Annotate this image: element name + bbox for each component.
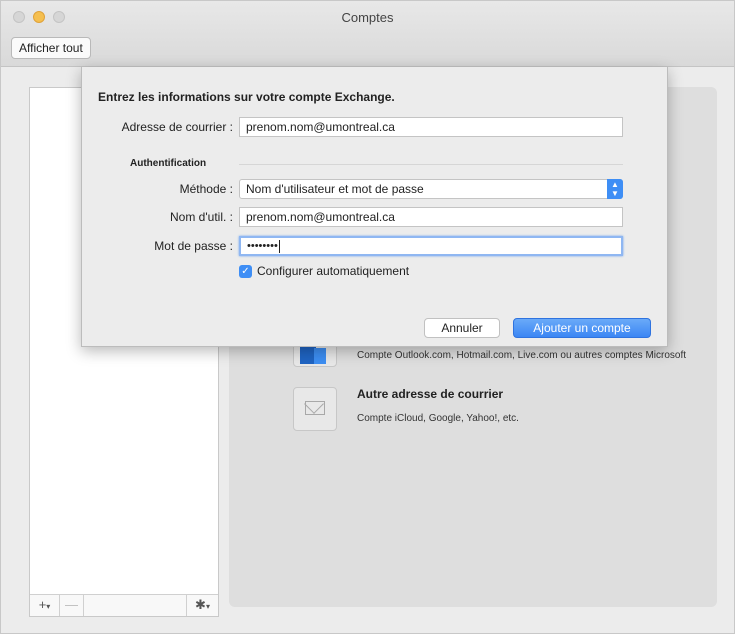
username-field[interactable]: prenom.nom@umontreal.ca bbox=[239, 207, 623, 227]
other-mail-option-icon[interactable] bbox=[293, 387, 337, 431]
chevron-down-icon: ▾ bbox=[46, 602, 51, 611]
sheet-title: Entrez les informations sur votre compte… bbox=[98, 90, 395, 104]
password-label: Mot de passe : bbox=[154, 239, 233, 253]
method-select[interactable]: Nom d'utilisateur et mot de passe ▲ ▼ bbox=[239, 179, 623, 199]
section-divider bbox=[239, 164, 623, 165]
show-all-button[interactable]: Afficher tout bbox=[11, 37, 91, 59]
method-label: Méthode : bbox=[179, 182, 233, 196]
exchange-account-sheet: Entrez les informations sur votre compte… bbox=[81, 67, 668, 347]
outlook-logo-part bbox=[314, 348, 326, 364]
password-field[interactable]: •••••••• bbox=[239, 236, 623, 256]
account-list-toolbar: +▾ — ✱▾ bbox=[30, 594, 218, 616]
window-title: Comptes bbox=[341, 10, 394, 25]
authentication-section-label: Authentification bbox=[130, 158, 207, 169]
cancel-button[interactable]: Annuler bbox=[424, 318, 500, 338]
auto-config-checkbox[interactable]: ✓ bbox=[239, 265, 252, 278]
add-account-button[interactable]: Ajouter un compte bbox=[513, 318, 651, 338]
text-caret bbox=[278, 239, 280, 253]
accounts-window: Comptes Afficher tout +▾ — ✱▾ Compte Out… bbox=[0, 0, 735, 634]
gear-icon: ✱ bbox=[195, 597, 206, 612]
title-bar: Comptes Afficher tout bbox=[1, 1, 734, 67]
password-mask: •••••••• bbox=[247, 240, 278, 252]
other-mail-option-description: Compte iCloud, Google, Yahoo!, etc. bbox=[357, 413, 519, 424]
chevron-down-icon: ▾ bbox=[205, 602, 210, 611]
auto-config-label[interactable]: Configurer automatiquement bbox=[257, 264, 409, 278]
username-label: Nom d'util. : bbox=[170, 210, 233, 224]
add-account-menu-button[interactable]: +▾ bbox=[30, 595, 60, 616]
email-label: Adresse de courrier : bbox=[121, 120, 233, 134]
select-stepper-icon: ▲ ▼ bbox=[607, 179, 623, 199]
method-select-value: Nom d'utilisateur et mot de passe bbox=[246, 182, 424, 196]
other-mail-option-title[interactable]: Autre adresse de courrier bbox=[357, 387, 503, 401]
email-field[interactable]: prenom.nom@umontreal.ca bbox=[239, 117, 623, 137]
remove-account-button[interactable]: — bbox=[60, 595, 84, 616]
envelope-icon bbox=[305, 401, 325, 415]
outlook-option-description: Compte Outlook.com, Hotmail.com, Live.co… bbox=[357, 350, 687, 361]
account-actions-menu-button[interactable]: ✱▾ bbox=[186, 595, 218, 616]
minus-icon: — bbox=[65, 597, 78, 612]
